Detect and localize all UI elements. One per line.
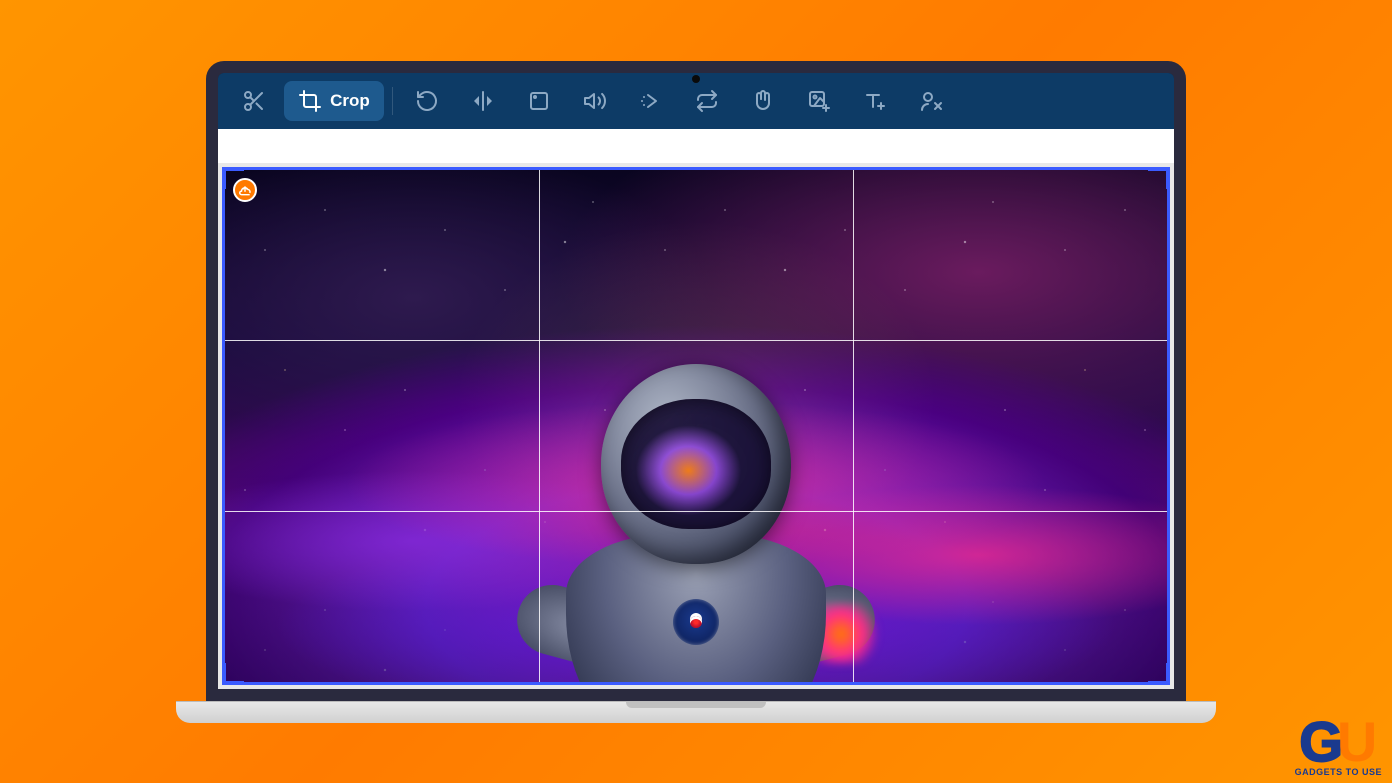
add-text-tool[interactable] (849, 81, 901, 121)
loop-icon (695, 89, 719, 113)
crop-tool-label: Crop (330, 91, 370, 111)
webcam-notch (692, 75, 700, 83)
speed-icon (639, 89, 663, 113)
laptop-screen: Crop (206, 61, 1186, 701)
cut-tool[interactable] (228, 81, 280, 121)
crop-handle-tr[interactable] (1148, 167, 1170, 189)
undo-tool[interactable] (401, 81, 453, 121)
crop-handle-br[interactable] (1148, 663, 1170, 685)
add-image-tool[interactable] (793, 81, 845, 121)
volume-tool[interactable] (569, 81, 621, 121)
crop-grid-line (225, 511, 1167, 512)
crop-icon (298, 89, 322, 113)
crop-tool[interactable]: Crop (284, 81, 384, 121)
crop-selection[interactable] (222, 167, 1170, 685)
toolbar-separator (392, 87, 393, 115)
scissors-icon (242, 89, 266, 113)
speed-tool[interactable] (625, 81, 677, 121)
crop-grid-line (539, 170, 540, 682)
flip-icon (471, 89, 495, 113)
sub-toolbar (218, 129, 1174, 163)
nasa-patch (673, 599, 719, 645)
aspect-icon (527, 89, 551, 113)
upload-badge[interactable] (233, 178, 257, 202)
astronaut (556, 364, 836, 684)
text-plus-icon (863, 89, 887, 113)
watermark-u: U (1337, 720, 1377, 765)
watermark-logo: G U (1299, 720, 1377, 765)
loop-tool[interactable] (681, 81, 733, 121)
watermark-text: GADGETS TO USE (1295, 767, 1382, 777)
hand-wave-icon (751, 89, 775, 113)
crop-grid-line (853, 170, 854, 682)
volume-icon (583, 89, 607, 113)
person-x-icon (919, 89, 943, 113)
image-plus-icon (807, 89, 831, 113)
laptop-base (176, 701, 1216, 723)
crop-grid-line (225, 340, 1167, 341)
canvas-area (218, 163, 1174, 689)
undo-icon (415, 89, 439, 113)
watermark: G U GADGETS TO USE (1295, 720, 1382, 777)
image-content (225, 170, 1167, 682)
crop-handle-bl[interactable] (222, 663, 244, 685)
rotate-canvas-tool[interactable] (513, 81, 565, 121)
flip-tool[interactable] (457, 81, 509, 121)
laptop-frame: Crop (206, 61, 1186, 723)
astronaut-helmet (601, 364, 791, 564)
cloud-upload-icon (238, 183, 252, 197)
remove-person-tool[interactable] (905, 81, 957, 121)
helmet-visor (621, 399, 771, 529)
gesture-tool[interactable] (737, 81, 789, 121)
video-editor-app: Crop (218, 73, 1174, 689)
